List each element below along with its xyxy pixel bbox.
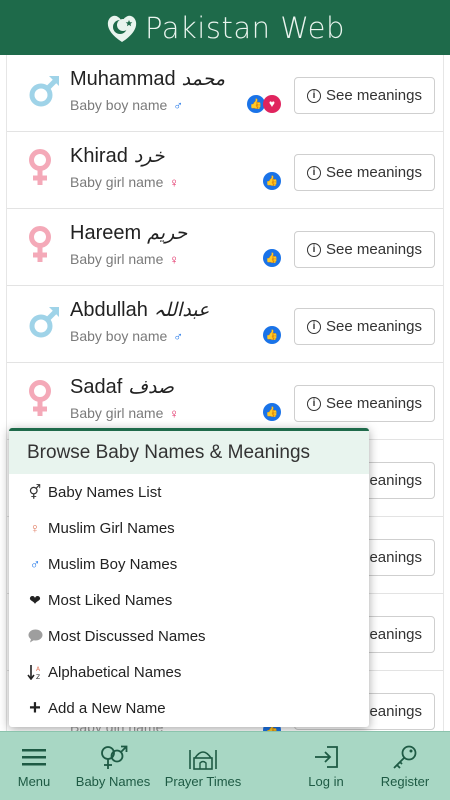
name-english: Hareem bbox=[70, 222, 142, 244]
tab-prayer-times[interactable]: Prayer Times bbox=[160, 732, 246, 800]
gender-icon bbox=[98, 744, 128, 770]
info-icon: i bbox=[307, 165, 322, 180]
male-symbol-icon bbox=[29, 76, 59, 107]
menu-item-girl-names[interactable]: ♀ Muslim Girl Names bbox=[9, 510, 369, 546]
name-english: Sadaf bbox=[70, 376, 123, 398]
brand-name: Pakistan Web bbox=[145, 10, 345, 45]
name-english: Muhammad bbox=[70, 68, 176, 90]
app-header: Pakistan Web bbox=[0, 0, 450, 55]
name-subtitle: Baby boy name ♂ bbox=[70, 328, 183, 344]
info-icon: i bbox=[307, 88, 322, 103]
tab-register[interactable]: Register bbox=[374, 732, 436, 800]
male-symbol-icon bbox=[29, 307, 59, 338]
female-icon: ♀ bbox=[29, 520, 41, 536]
name-title: Sadaf صدف bbox=[70, 376, 174, 399]
browse-menu: Browse Baby Names & Meanings ⚥ Baby Name… bbox=[9, 428, 369, 727]
name-urdu: محمد bbox=[181, 68, 226, 90]
female-symbol-icon bbox=[29, 226, 51, 262]
name-subtitle: Baby girl name ♀ bbox=[70, 174, 180, 190]
login-icon bbox=[313, 744, 339, 770]
plus-icon: + bbox=[29, 696, 41, 719]
like-icon: 👍 bbox=[263, 403, 281, 421]
like-icon: 👍 bbox=[263, 326, 281, 344]
like-icon: 👍 bbox=[263, 172, 281, 190]
male-icon: ♂ bbox=[29, 556, 41, 572]
comment-icon bbox=[27, 629, 43, 643]
gender-pair-icon: ⚥ bbox=[28, 483, 42, 500]
mosque-icon bbox=[188, 744, 218, 770]
name-urdu: صدف bbox=[128, 376, 175, 398]
see-meanings-button[interactable]: i See meanings bbox=[294, 231, 435, 268]
list-item[interactable]: Hareem حریم Baby girl name ♀ 👍 i See meani… bbox=[7, 209, 443, 286]
name-subtitle: Baby boy name ♂ bbox=[70, 97, 183, 113]
name-subtitle: Baby girl name ♀ bbox=[70, 405, 180, 421]
female-icon: ♀ bbox=[169, 406, 180, 421]
svg-text:A: A bbox=[36, 666, 41, 673]
female-symbol-icon bbox=[29, 380, 51, 416]
menu-title: Browse Baby Names & Meanings bbox=[9, 431, 369, 474]
like-icon: 👍 bbox=[263, 249, 281, 267]
see-meanings-button[interactable]: i See meanings bbox=[294, 154, 435, 191]
heart-icon: ❤ bbox=[29, 591, 41, 608]
name-urdu: عبداللہ bbox=[153, 299, 210, 321]
list-item[interactable]: Muhammad محمد Baby boy name ♂ 👍 ♥ i See me… bbox=[7, 55, 443, 132]
menu-item-most-liked[interactable]: ❤ Most Liked Names bbox=[9, 582, 369, 618]
hamburger-icon bbox=[22, 744, 46, 770]
name-title: Abdullah عبداللہ bbox=[70, 299, 209, 322]
tab-baby-names[interactable]: Baby Names bbox=[72, 732, 154, 800]
tab-log-in[interactable]: Log in bbox=[298, 732, 354, 800]
name-title: Hareem حریم bbox=[70, 222, 187, 245]
list-item[interactable]: Khirad خرد Baby girl name ♀ 👍 i See meanin… bbox=[7, 132, 443, 209]
name-english: Khirad bbox=[70, 145, 128, 167]
female-symbol-icon bbox=[29, 149, 51, 185]
bottom-nav: Menu Baby Names Prayer Times Log in Regi… bbox=[0, 731, 450, 800]
love-icon: ♥ bbox=[263, 95, 281, 113]
menu-item-alphabetical[interactable]: AZ Alphabetical Names bbox=[9, 654, 369, 690]
name-subtitle: Baby girl name ♀ bbox=[70, 251, 180, 267]
menu-item-baby-names-list[interactable]: ⚥ Baby Names List bbox=[9, 474, 369, 510]
crescent-star-icon bbox=[107, 15, 137, 42]
list-item[interactable]: Abdullah عبداللہ Baby boy name ♂ 👍 i See m… bbox=[7, 286, 443, 363]
tab-menu[interactable]: Menu bbox=[10, 732, 58, 800]
female-icon: ♀ bbox=[169, 175, 180, 190]
menu-item-boy-names[interactable]: ♂ Muslim Boy Names bbox=[9, 546, 369, 582]
info-icon: i bbox=[307, 319, 322, 334]
name-title: Khirad خرد bbox=[70, 145, 165, 168]
see-meanings-button[interactable]: i See meanings bbox=[294, 385, 435, 422]
female-icon: ♀ bbox=[169, 252, 180, 267]
see-meanings-button[interactable]: i See meanings bbox=[294, 308, 435, 345]
name-title: Muhammad محمد bbox=[70, 68, 225, 91]
male-icon: ♂ bbox=[173, 98, 183, 113]
menu-item-add-new-name[interactable]: + Add a New Name bbox=[9, 690, 369, 726]
name-urdu: خرد bbox=[133, 145, 165, 167]
info-icon: i bbox=[307, 396, 322, 411]
see-meanings-button[interactable]: i See meanings bbox=[294, 77, 435, 114]
male-icon: ♂ bbox=[173, 329, 183, 344]
name-urdu: حریم bbox=[147, 222, 188, 244]
info-icon: i bbox=[307, 242, 322, 257]
menu-item-most-discussed[interactable]: Most Discussed Names bbox=[9, 618, 369, 654]
brand-logo[interactable]: Pakistan Web bbox=[105, 11, 345, 45]
key-icon bbox=[392, 744, 418, 770]
sort-alpha-icon: AZ bbox=[27, 664, 43, 680]
name-english: Abdullah bbox=[70, 299, 148, 321]
svg-text:Z: Z bbox=[36, 674, 40, 680]
